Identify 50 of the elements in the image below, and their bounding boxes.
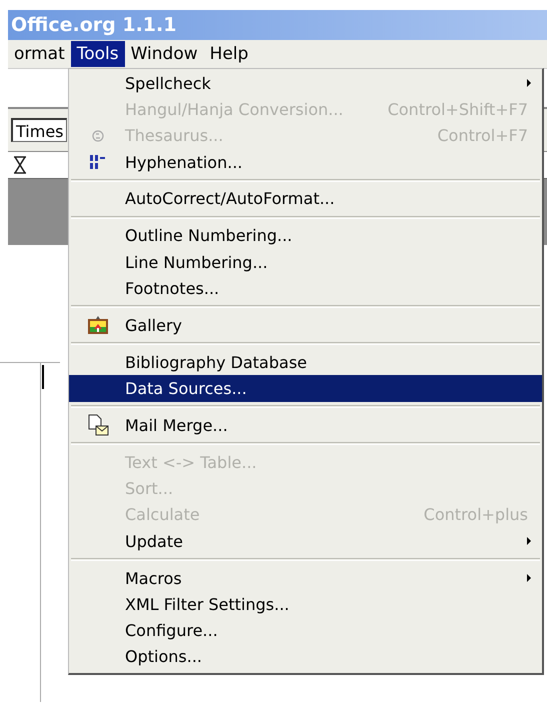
- menu-item[interactable]: Data Sources...: [69, 375, 542, 402]
- menu-item[interactable]: Configure...: [69, 618, 542, 644]
- menu-item[interactable]: Gallery: [69, 312, 542, 338]
- window-title: Office.org 1.1.1: [8, 10, 547, 40]
- menu-item-label: Footnotes...: [125, 278, 220, 298]
- shortcut-label: Control+plus: [424, 505, 528, 524]
- menu-item-label: Calculate: [125, 505, 201, 524]
- menu-item[interactable]: Options...: [69, 644, 542, 670]
- font-name-field[interactable]: Times: [11, 118, 67, 142]
- menu-item[interactable]: Line Numbering...: [69, 248, 542, 276]
- menu-item-label: Hangul/Hanja Conversion...: [125, 100, 344, 119]
- menu-item[interactable]: AutoCorrect/AutoFormat...: [69, 186, 542, 212]
- menu-item[interactable]: Bibliography Database: [69, 349, 542, 376]
- menu-item-label: AutoCorrect/AutoFormat...: [125, 189, 336, 208]
- menu-item[interactable]: Outline Numbering...: [69, 222, 542, 249]
- menu-item-label: Text <-> Table...: [125, 452, 258, 472]
- menu-item-label: Sort...: [125, 479, 174, 498]
- menu-item[interactable]: Hyphenation...: [69, 148, 542, 176]
- text-cursor: [42, 365, 44, 389]
- shortcut-label: Control+Shift+F7: [388, 100, 528, 119]
- menu-item[interactable]: Footnotes...: [69, 275, 542, 302]
- menu-item-label: Macros: [125, 568, 183, 588]
- menu-title[interactable]: Help: [204, 41, 254, 67]
- shortcut-label: Control+F7: [437, 126, 528, 146]
- mail-merge-icon: [86, 414, 108, 436]
- thesaurus-icon: [90, 128, 104, 144]
- menu-title[interactable]: Tools: [70, 41, 125, 67]
- menu-item-label: Configure...: [125, 621, 219, 640]
- gallery-icon: [86, 315, 108, 336]
- menu-item-label: Bibliography Database: [125, 352, 308, 372]
- menu-item[interactable]: Macros: [69, 564, 542, 592]
- menu-item-label: Hyphenation...: [125, 152, 244, 172]
- menu-item-label: Outline Numbering...: [125, 226, 294, 246]
- menu-item-label: Options...: [125, 647, 203, 666]
- menu-item[interactable]: XML Filter Settings...: [69, 591, 542, 618]
- hyphenation-icon: [88, 154, 106, 170]
- menu-item-label: Update: [125, 532, 184, 551]
- menu-item-label: Data Sources...: [125, 378, 248, 398]
- menu-item[interactable]: Update: [69, 528, 542, 554]
- menu-title[interactable]: ormat: [8, 41, 71, 67]
- menu-item-label: Gallery: [125, 316, 183, 335]
- tab-stop-icon: [12, 155, 28, 175]
- menu-item-label: Spellcheck: [125, 74, 212, 93]
- menu-item-label: XML Filter Settings...: [125, 594, 290, 614]
- menu-title[interactable]: Window: [124, 41, 204, 67]
- menu-item-label: Thesaurus...: [125, 126, 224, 146]
- menu-item[interactable]: Spellcheck: [69, 70, 542, 96]
- menu-item[interactable]: Mail Merge...: [69, 412, 542, 439]
- menu-item-label: Line Numbering...: [125, 252, 269, 272]
- menu-item-label: Mail Merge...: [125, 416, 229, 435]
